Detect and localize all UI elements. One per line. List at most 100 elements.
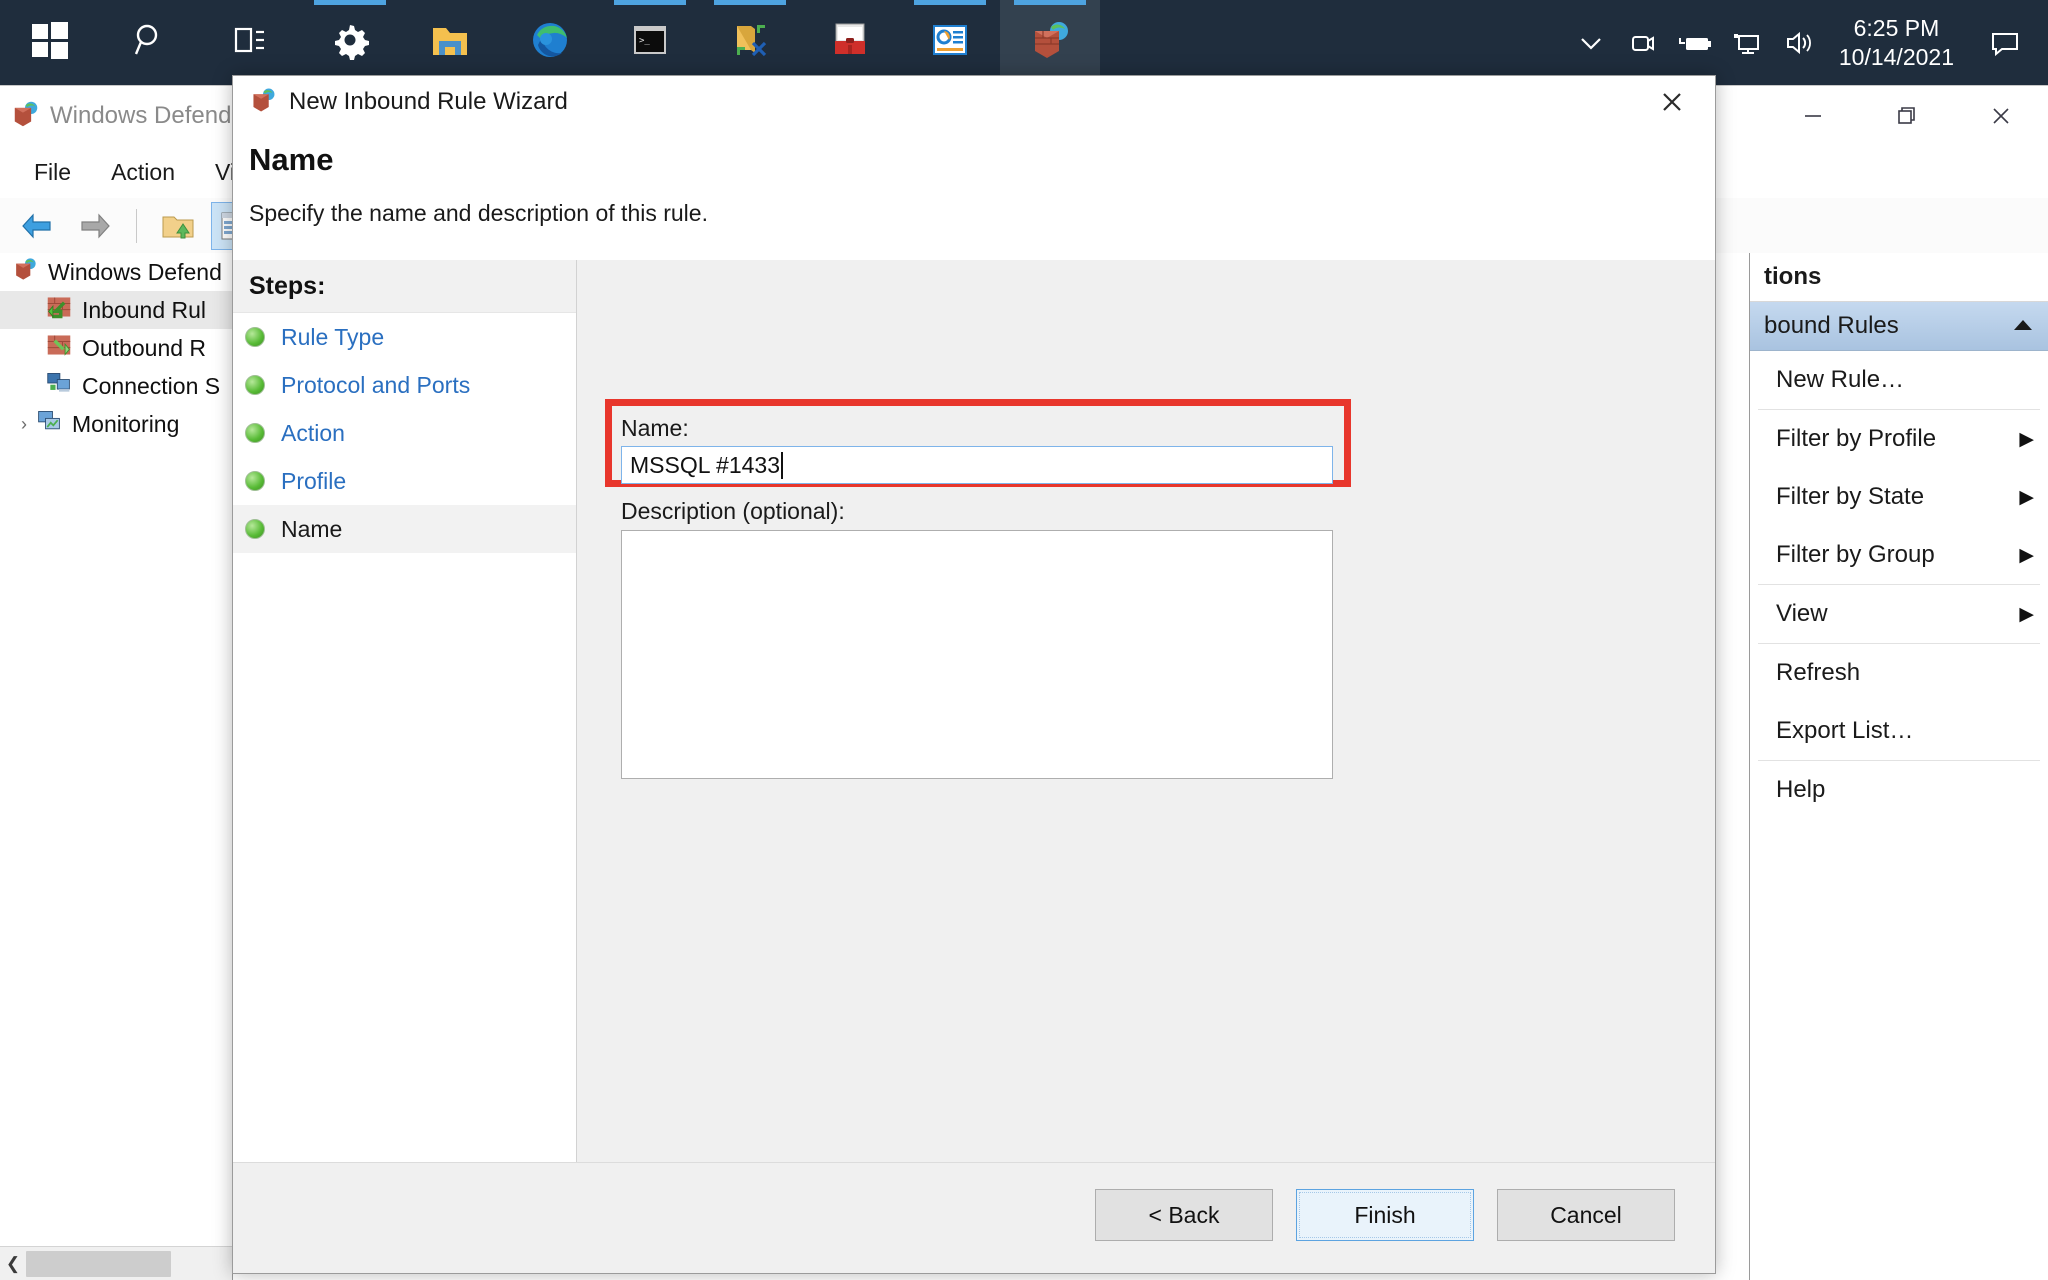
mmc-title-text: Windows Defend — [50, 102, 232, 129]
firewall-brick-icon — [249, 86, 277, 119]
windows-firewall-app[interactable] — [1000, 0, 1100, 85]
folder-up-icon — [162, 216, 194, 238]
settings-app[interactable] — [300, 0, 400, 85]
screen: >_ 6:25 PM 10/14/2021 Windows Defend Fil… — [0, 0, 2048, 1280]
tree-item-windows-defender-firewall[interactable]: Windows Defend — [0, 253, 232, 291]
wizard-title-text: New Inbound Rule Wizard — [289, 88, 568, 115]
step-bullet-icon — [245, 423, 265, 443]
start-button[interactable] — [0, 0, 100, 85]
restore-button[interactable] — [1860, 86, 1954, 146]
scrollbar-thumb[interactable] — [26, 1251, 171, 1277]
tree-item-monitoring[interactable]: › Monitoring — [0, 405, 232, 443]
tree-item-label: Connection S — [82, 372, 221, 399]
taskbar-clock[interactable]: 6:25 PM 10/14/2021 — [1825, 14, 1972, 72]
step-bullet-icon — [245, 375, 265, 395]
step-name[interactable]: Name — [233, 505, 576, 553]
monitoring-icon — [36, 408, 62, 440]
search-icon — [130, 20, 170, 65]
tree-horizontal-scrollbar[interactable]: ❮ — [0, 1246, 232, 1280]
taskbar: >_ 6:25 PM 10/14/2021 — [0, 0, 2048, 85]
chevron-up-icon[interactable] — [2012, 312, 2034, 340]
wizard-steps-pane: Steps: Rule Type Protocol and Ports Acti… — [233, 260, 577, 1273]
tree-item-connection-security-rules[interactable]: Connection S — [0, 367, 232, 405]
connection-security-icon — [46, 370, 72, 402]
new-inbound-rule-wizard-dialog: New Inbound Rule Wizard Name Specify the… — [232, 75, 1716, 1274]
step-bullet-icon — [245, 519, 265, 539]
server-manager-app[interactable] — [900, 0, 1000, 85]
name-field-label: Name: — [621, 415, 689, 441]
forward-button[interactable] — [70, 203, 120, 249]
volume-tray-icon[interactable] — [1773, 0, 1825, 85]
network-tray-icon[interactable] — [1721, 0, 1773, 85]
menu-file[interactable]: File — [14, 146, 91, 198]
step-rule-type[interactable]: Rule Type — [233, 313, 576, 361]
scroll-left-arrow-icon[interactable]: ❮ — [0, 1254, 26, 1274]
back-button[interactable]: < Back — [1095, 1189, 1273, 1241]
edge-browser-app[interactable] — [500, 0, 600, 85]
battery-tray-icon[interactable] — [1669, 0, 1721, 85]
task-view-button[interactable] — [200, 0, 300, 85]
description-textarea[interactable] — [621, 530, 1333, 779]
tree-item-inbound-rules[interactable]: Inbound Rul — [0, 291, 232, 329]
back-button[interactable] — [12, 203, 62, 249]
firewall-brick-icon — [12, 256, 38, 288]
menu-action[interactable]: Action — [91, 146, 195, 198]
action-label: Filter by Profile — [1776, 425, 1937, 452]
tree-item-label: Monitoring — [72, 410, 180, 437]
action-filter-by-state[interactable]: Filter by State ▶ — [1750, 468, 2048, 526]
wizard-page-subtitle: Specify the name and description of this… — [249, 200, 708, 226]
camera-tray-icon[interactable] — [1617, 0, 1669, 85]
file-explorer-app[interactable] — [400, 0, 500, 85]
action-refresh[interactable]: Refresh — [1750, 644, 2048, 702]
name-input[interactable]: MSSQL #1433 — [621, 446, 1333, 484]
search-button[interactable] — [100, 0, 200, 85]
actions-group-title: bound Rules — [1764, 312, 1899, 339]
show-hidden-icons[interactable] — [1565, 0, 1617, 85]
action-filter-by-group[interactable]: Filter by Group ▶ — [1750, 526, 2048, 584]
sql-tools-app[interactable] — [700, 0, 800, 85]
step-label: Name — [281, 515, 343, 542]
action-view[interactable]: View ▶ — [1750, 585, 2048, 643]
close-button[interactable] — [1954, 86, 2048, 146]
toolbox-app[interactable] — [800, 0, 900, 85]
close-icon — [1663, 93, 1681, 111]
running-indicator — [614, 0, 686, 5]
firewall-brick-icon — [1028, 18, 1072, 67]
forward-arrow-icon — [81, 212, 110, 239]
action-label: Help — [1776, 776, 1826, 803]
action-new-rule[interactable]: New Rule… — [1750, 351, 2048, 409]
terminal-app[interactable]: >_ — [600, 0, 700, 85]
running-indicator — [1014, 0, 1086, 5]
terminal-icon: >_ — [629, 19, 671, 66]
action-label: View — [1776, 600, 1828, 627]
wizard-content-pane: Name: MSSQL #1433 Description (optional)… — [577, 260, 1715, 1273]
chevron-right-icon[interactable]: › — [12, 414, 36, 435]
action-center-button[interactable] — [1972, 0, 2038, 85]
step-bullet-icon — [245, 327, 265, 347]
minimize-button[interactable] — [1766, 86, 1860, 146]
step-action[interactable]: Action — [233, 409, 576, 457]
toolbar-separator — [136, 208, 137, 243]
actions-pane-header: tions — [1750, 253, 2048, 302]
actions-group-inbound-rules[interactable]: bound Rules — [1750, 302, 2048, 351]
step-profile[interactable]: Profile — [233, 457, 576, 505]
tree-item-label: Windows Defend — [48, 258, 222, 285]
action-filter-by-profile[interactable]: Filter by Profile ▶ — [1750, 410, 2048, 468]
steps-header: Steps: — [233, 260, 576, 313]
svg-text:>_: >_ — [639, 36, 650, 46]
finish-button[interactable]: Finish — [1296, 1189, 1474, 1241]
running-indicator — [714, 0, 786, 5]
wizard-close-button[interactable] — [1629, 76, 1715, 128]
cancel-button[interactable]: Cancel — [1497, 1189, 1675, 1241]
action-help[interactable]: Help — [1750, 761, 2048, 819]
clock-time: 6:25 PM — [1853, 14, 1940, 41]
action-label: Filter by State — [1776, 483, 1925, 510]
tree-item-outbound-rules[interactable]: Outbound R — [0, 329, 232, 367]
action-export-list[interactable]: Export List… — [1750, 702, 2048, 760]
tree-item-label: Outbound R — [82, 334, 207, 361]
up-folder-button[interactable] — [153, 203, 203, 249]
step-protocol-and-ports[interactable]: Protocol and Ports — [233, 361, 576, 409]
server-manager-icon — [929, 19, 971, 66]
description-field-label: Description (optional): — [621, 498, 845, 524]
console-tree-pane: Windows Defend Inbound Rul Outbound R Co… — [0, 253, 233, 1280]
